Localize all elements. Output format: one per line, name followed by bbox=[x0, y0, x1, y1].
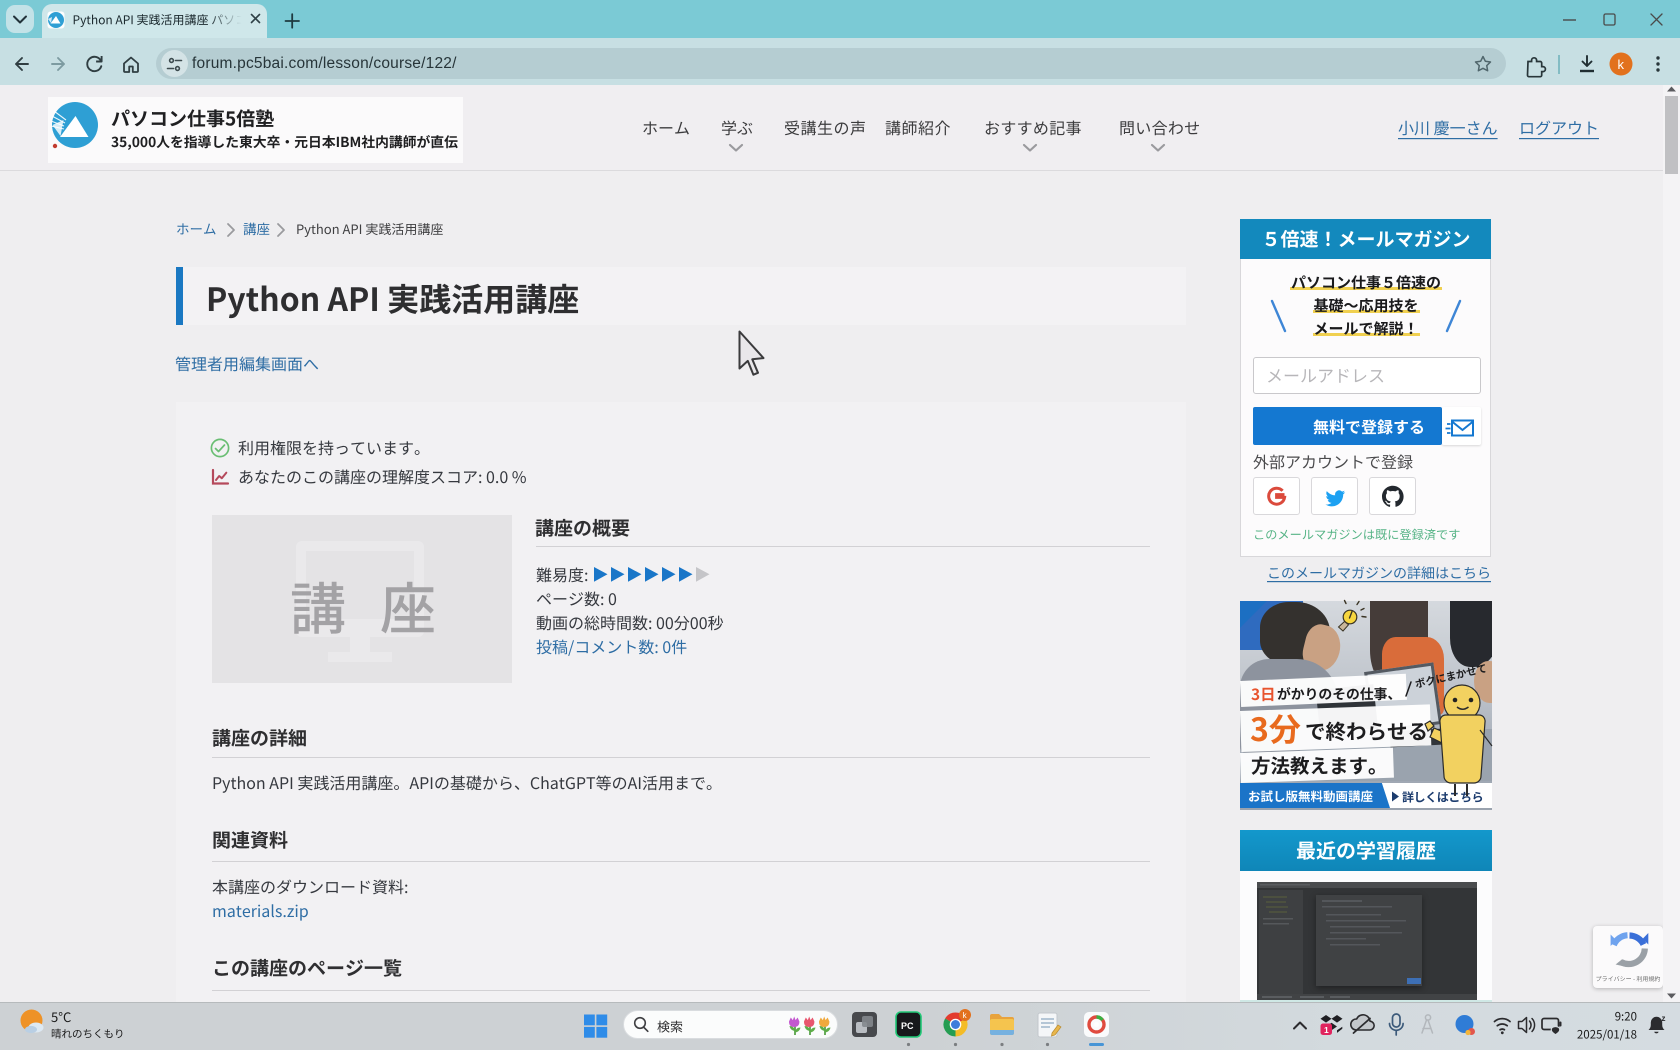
svg-text:k: k bbox=[1618, 57, 1625, 72]
svg-text:PC: PC bbox=[901, 1021, 914, 1031]
svg-text:1: 1 bbox=[1324, 1025, 1329, 1035]
svg-text:z: z bbox=[1662, 1014, 1666, 1023]
